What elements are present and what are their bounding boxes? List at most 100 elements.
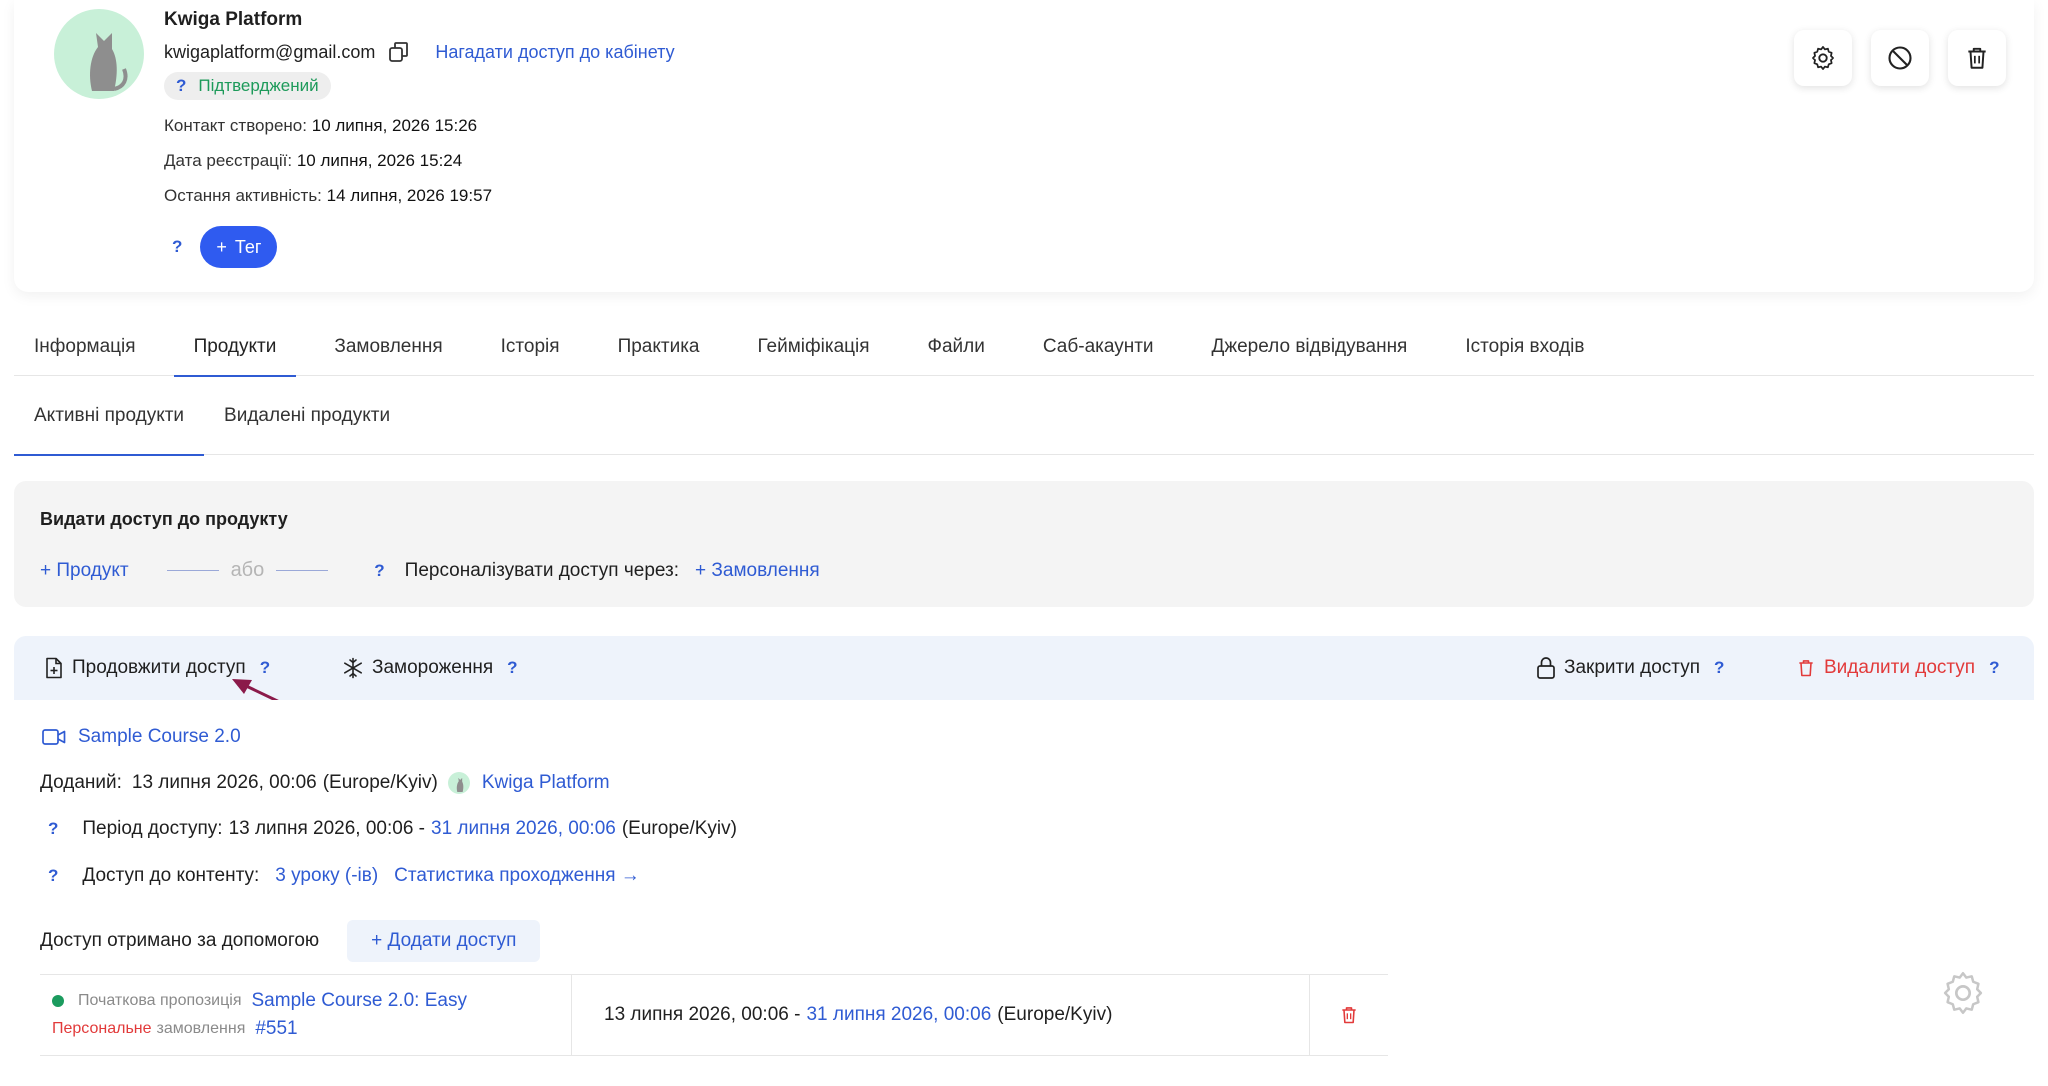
tab-gamification[interactable]: Гейміфікація	[738, 318, 890, 376]
tab-deleted-products[interactable]: Видалені продукти	[204, 385, 410, 455]
divider	[166, 570, 219, 571]
added-timezone: (Europe/Kyiv)	[322, 772, 438, 793]
product-title-link[interactable]: Sample Course 2.0	[78, 726, 241, 748]
created-row: Контакт створено: 10 липня, 2026 15:26	[164, 116, 477, 136]
order-number-link[interactable]: #551	[255, 1018, 297, 1040]
period-start: 13 липня 2026, 00:06 -	[228, 818, 426, 839]
added-by-link[interactable]: Kwiga Platform	[482, 772, 610, 794]
cat-avatar-icon	[456, 777, 464, 793]
order-type-label: Персональне	[52, 1020, 152, 1037]
tab-practice[interactable]: Практика	[598, 318, 720, 376]
personalize-label: Персоналізувати доступ через:	[404, 559, 680, 581]
added-by-avatar	[447, 772, 470, 794]
add-order-link[interactable]: + Замовлення	[695, 560, 820, 582]
extend-access-label: Продовжити доступ	[72, 657, 246, 678]
extend-help-icon[interactable]: ?	[260, 658, 270, 678]
freeze-help-icon[interactable]: ?	[507, 658, 517, 678]
tab-login-history[interactable]: Історія входів	[1445, 318, 1604, 376]
gear-icon[interactable]	[1938, 968, 1988, 1018]
freeze-label: Замороження	[372, 657, 494, 678]
trash-icon	[1968, 47, 1986, 69]
sub-tabs: Активні продукти Видалені продукти	[14, 385, 2034, 456]
personalize-help-icon[interactable]: ?	[374, 561, 384, 581]
file-plus-icon	[46, 657, 62, 679]
grant-row: + Продукт або ? Персоналізувати доступ ч…	[40, 559, 820, 582]
offer-cell: Початкова пропозиція Sample Course 2.0: …	[40, 975, 572, 1055]
contact-email: kwigaplatform@gmail.com	[164, 41, 376, 62]
status-label: Підтверджений	[198, 76, 319, 95]
snowflake-icon	[343, 657, 363, 679]
content-label: Доступ до контенту:	[82, 865, 260, 886]
received-via-label: Доступ отримано за допомогою	[40, 930, 320, 951]
main-tabs: Інформація Продукти Замовлення Історія П…	[14, 318, 2034, 377]
status-badge: ? Підтверджений	[164, 72, 331, 100]
tab-information[interactable]: Інформація	[14, 318, 156, 376]
last-activity-row: Остання активність: 14 липня, 2026 19:57	[164, 186, 492, 206]
tab-products[interactable]: Продукти	[173, 318, 297, 377]
tab-sub-accounts[interactable]: Саб-акаунти	[1023, 318, 1174, 376]
settings-button[interactable]	[1794, 30, 1852, 86]
created-label: Контакт створено:	[164, 116, 307, 135]
tab-orders[interactable]: Замовлення	[314, 318, 462, 376]
row-actions-cell	[1310, 975, 1388, 1055]
cat-avatar-icon	[90, 33, 128, 91]
block-button[interactable]	[1871, 30, 1929, 86]
close-help-icon[interactable]: ?	[1714, 658, 1724, 678]
created-value: 10 липня, 2026 15:26	[311, 116, 478, 135]
add-product-link[interactable]: + Продукт	[40, 560, 129, 582]
period-end-link[interactable]: 31 липня 2026, 00:06	[431, 818, 616, 840]
tag-help-icon[interactable]: ?	[172, 237, 182, 257]
access-date-end-link[interactable]: 31 липня 2026, 00:06	[806, 1004, 991, 1026]
lessons-link[interactable]: 3 уроку (-ів)	[275, 865, 378, 887]
add-tag-label: Тег	[234, 236, 262, 257]
video-icon	[42, 729, 66, 745]
delete-access-button[interactable]: Видалити доступ ?	[1796, 636, 1999, 700]
order-line: Персональне замовлення #551	[52, 1018, 571, 1040]
tab-history[interactable]: Історія	[481, 318, 580, 376]
added-row: Доданий: 13 липня 2026, 00:06 (Europe/Ky…	[40, 772, 610, 794]
period-label: Період доступу:	[82, 818, 223, 839]
access-dates-cell: 13 липня 2026, 00:06 - 31 липня 2026, 00…	[572, 975, 1310, 1055]
content-help-icon[interactable]: ?	[48, 866, 58, 886]
gear-icon	[1812, 46, 1834, 70]
remind-access-link[interactable]: Нагадати доступ до кабінету	[435, 42, 674, 63]
delete-contact-button[interactable]	[1948, 30, 2006, 86]
plus-icon: +	[216, 236, 227, 257]
add-access-button[interactable]: + Додати доступ	[347, 920, 541, 962]
period-row: ? Період доступу: 13 липня 2026, 00:06 -…	[48, 818, 737, 840]
divider	[276, 570, 329, 571]
add-tag-button[interactable]: + Тег	[200, 226, 278, 268]
last-activity-value: 14 липня, 2026 19:57	[326, 186, 493, 205]
or-label: або	[230, 559, 265, 581]
product-title-row: Sample Course 2.0	[42, 726, 241, 748]
delete-access-label: Видалити доступ	[1824, 657, 1976, 678]
received-via-row: Доступ отримано за допомогою + Додати до…	[40, 920, 541, 962]
trash-icon[interactable]	[1339, 1004, 1359, 1026]
offer-name-link[interactable]: Sample Course 2.0: Easy	[252, 990, 467, 1012]
progress-stats-link[interactable]: Статистика проходження →	[394, 865, 640, 887]
freeze-button[interactable]: Замороження ?	[342, 636, 518, 700]
period-timezone: (Europe/Kyiv)	[621, 818, 737, 839]
offer-line: Початкова пропозиція Sample Course 2.0: …	[52, 990, 571, 1012]
lock-icon	[1537, 657, 1555, 679]
copy-icon[interactable]	[387, 40, 411, 64]
product-section: Sample Course 2.0 Доданий: 13 липня 2026…	[14, 700, 2034, 1086]
grant-title: Видати доступ до продукту	[40, 509, 288, 529]
tab-visit-source[interactable]: Джерело відвідування	[1192, 318, 1428, 376]
tab-files[interactable]: Файли	[908, 318, 1005, 376]
tag-row: ? + Тег	[172, 226, 278, 268]
registered-value: 10 липня, 2026 15:24	[296, 151, 463, 170]
close-access-button[interactable]: Закрити доступ ?	[1536, 636, 1724, 700]
access-date-start: 13 липня 2026, 00:06 -	[604, 1004, 801, 1025]
offer-label: Початкова пропозиція	[78, 992, 242, 1009]
added-value: 13 липня 2026, 00:06	[131, 772, 317, 793]
status-help-icon[interactable]: ?	[176, 76, 186, 96]
contact-name: Kwiga Platform	[164, 9, 303, 30]
block-icon	[1888, 46, 1912, 70]
delete-help-icon[interactable]: ?	[1989, 658, 1999, 678]
period-help-icon[interactable]: ?	[48, 819, 58, 839]
tab-active-products[interactable]: Активні продукти	[14, 385, 205, 456]
registered-label: Дата реєстрації:	[164, 151, 293, 170]
profile-card: Kwiga Platform kwigaplatform@gmail.com Н…	[14, 0, 2034, 292]
email-row: kwigaplatform@gmail.com Нагадати доступ …	[164, 40, 675, 64]
